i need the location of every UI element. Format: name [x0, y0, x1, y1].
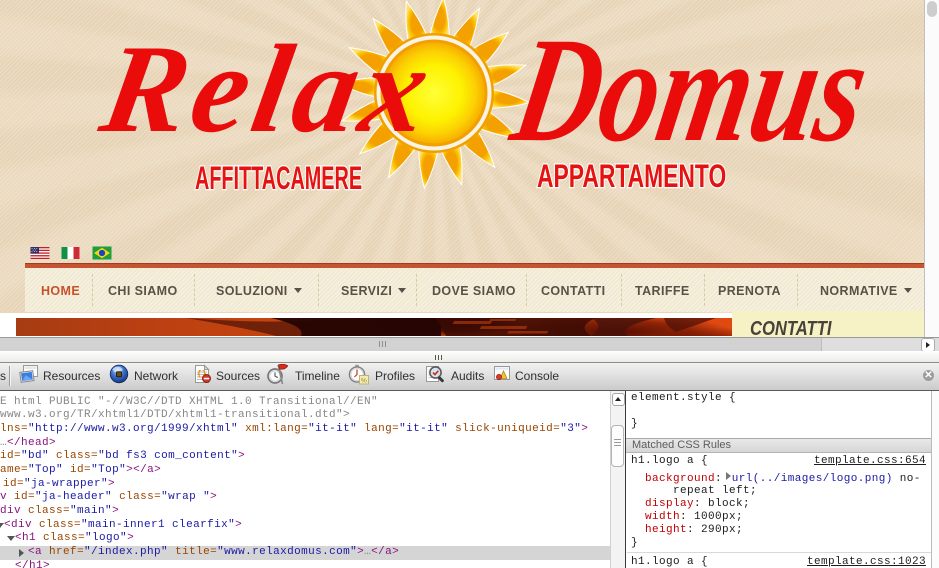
svg-text:APPARTAMENTO: APPARTAMENTO: [537, 158, 726, 194]
svg-text:%: %: [361, 377, 367, 384]
svg-text:Relax: Relax: [91, 20, 438, 159]
svg-text:Domus: Domus: [501, 6, 880, 173]
svg-text:AFFITTACAMERE: AFFITTACAMERE: [195, 160, 362, 196]
